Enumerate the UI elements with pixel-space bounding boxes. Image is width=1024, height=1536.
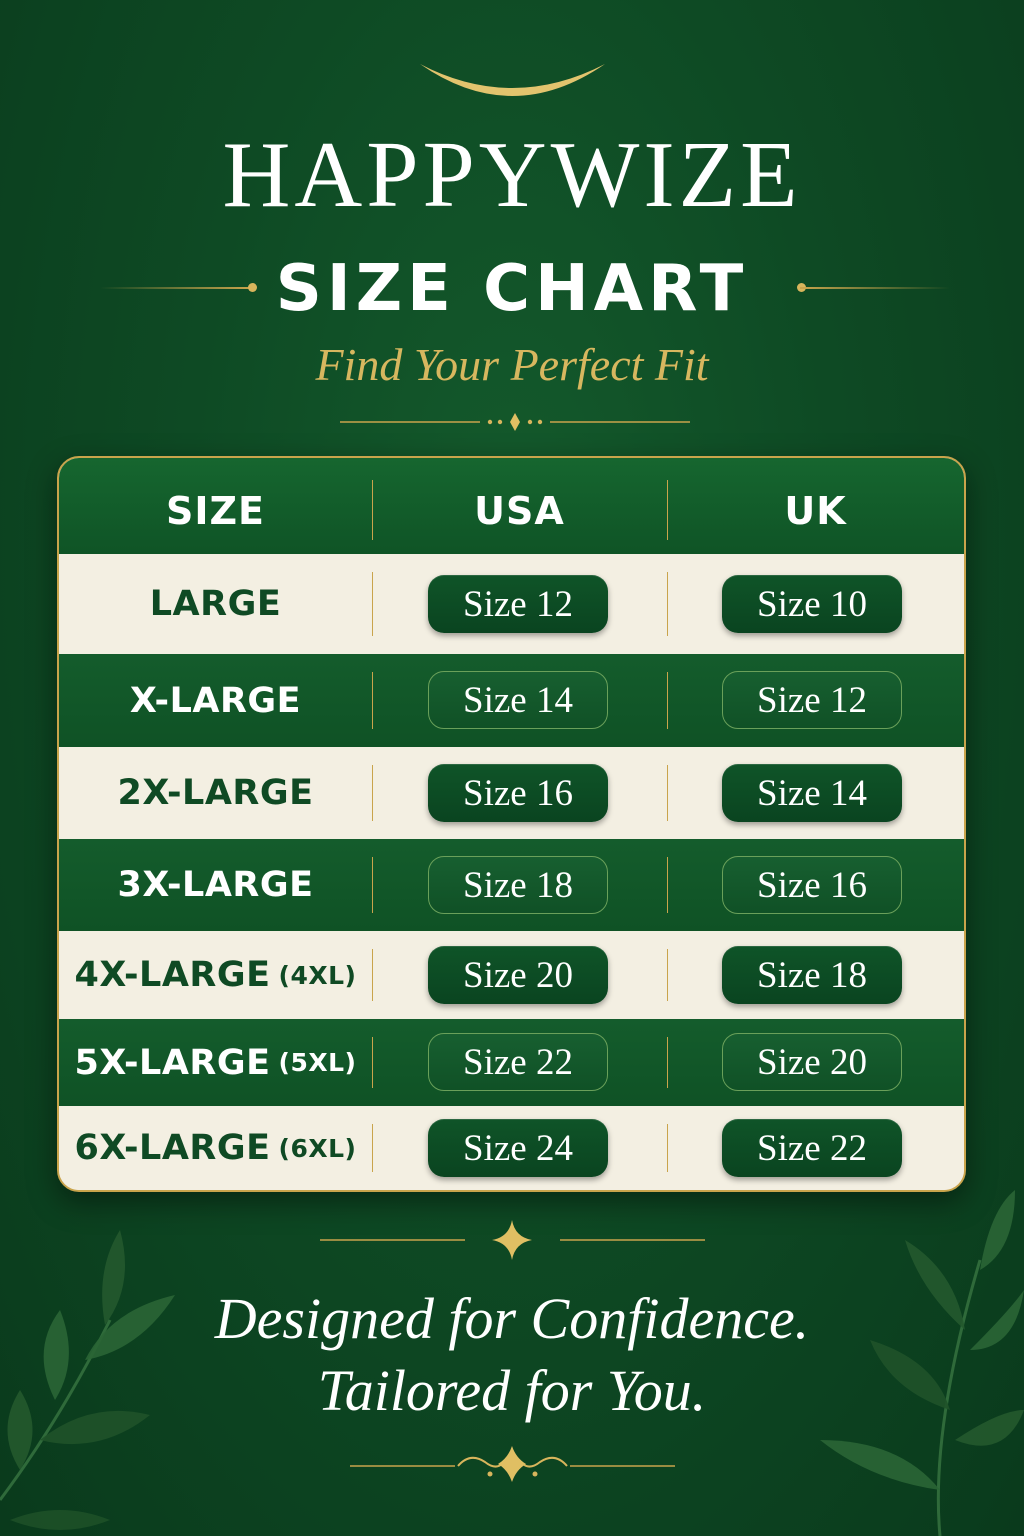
column-divider [667,1124,668,1172]
leaf-branch-right-icon [820,1190,1024,1536]
size-label: 3X-LARGE [117,865,314,905]
header-size: SIZE [165,489,266,533]
table-row: X-LARGE Size 14 Size 12 [59,654,964,747]
uk-size-badge: Size 16 [722,856,902,914]
column-divider [372,857,373,913]
table-row: 2X-LARGE Size 16 Size 14 [59,747,964,839]
uk-size-badge: Size 22 [722,1119,902,1177]
column-divider [667,672,668,729]
column-divider [667,765,668,821]
column-divider [372,949,373,1001]
column-divider [667,572,668,636]
size-label: LARGE [149,584,282,624]
gold-rule-ornament-icon [340,413,690,431]
size-label: 4X-LARGE (4XL) [74,955,357,995]
table-row: 5X-LARGE (5XL) Size 22 Size 20 [59,1019,964,1106]
usa-size-badge: Size 12 [428,575,608,633]
diamond-star-ornament-icon [320,1220,705,1260]
header-uk: UK [784,489,847,533]
size-table: SIZE USA UK LARGE Size 12 Size 10 X-LARG… [57,456,966,1192]
usa-size-badge: Size 22 [428,1033,608,1091]
size-label: X-LARGE [129,680,302,721]
table-row: 6X-LARGE (6XL) Size 24 Size 22 [59,1106,964,1190]
size-chart-poster: HAPPYWIZE SIZE CHART Find Your Perfect F… [0,0,1024,1536]
uk-size-badge: Size 20 [722,1033,902,1091]
column-divider [372,1124,373,1172]
usa-size-badge: Size 14 [428,671,608,729]
gold-rule-right [800,287,950,289]
column-divider [372,672,373,729]
size-label: 5X-LARGE (5XL) [74,1042,357,1083]
size-label: 2X-LARGE [117,773,314,813]
usa-size-badge: Size 20 [428,946,608,1004]
uk-size-badge: Size 18 [722,946,902,1004]
column-divider [372,765,373,821]
subtitle-row: SIZE CHART [0,254,1024,324]
column-divider [372,1037,373,1088]
crescent-arc-icon [420,64,605,96]
brand-title: HAPPYWIZE [222,123,802,227]
column-divider [372,572,373,636]
table-row: 3X-LARGE Size 18 Size 16 [59,839,964,931]
uk-size-badge: Size 14 [722,764,902,822]
usa-size-badge: Size 16 [428,764,608,822]
size-label: 6X-LARGE (6XL) [74,1128,357,1168]
table-header: SIZE USA UK [59,458,964,554]
uk-size-badge: Size 10 [722,575,902,633]
usa-size-badge: Size 24 [428,1119,608,1177]
column-divider [667,949,668,1001]
table-row: 4X-LARGE (4XL) Size 20 Size 18 [59,931,964,1019]
tagline: Find Your Perfect Fit [315,339,709,390]
column-divider [667,857,668,913]
scroll-flourish-icon [350,1446,675,1482]
leaf-branch-left-icon [0,1230,175,1530]
usa-size-badge: Size 18 [428,856,608,914]
column-divider [667,1037,668,1088]
uk-size-badge: Size 12 [722,671,902,729]
header-usa: USA [474,489,565,533]
subtitle: SIZE CHART [275,252,749,326]
table-row: LARGE Size 12 Size 10 [59,554,964,654]
